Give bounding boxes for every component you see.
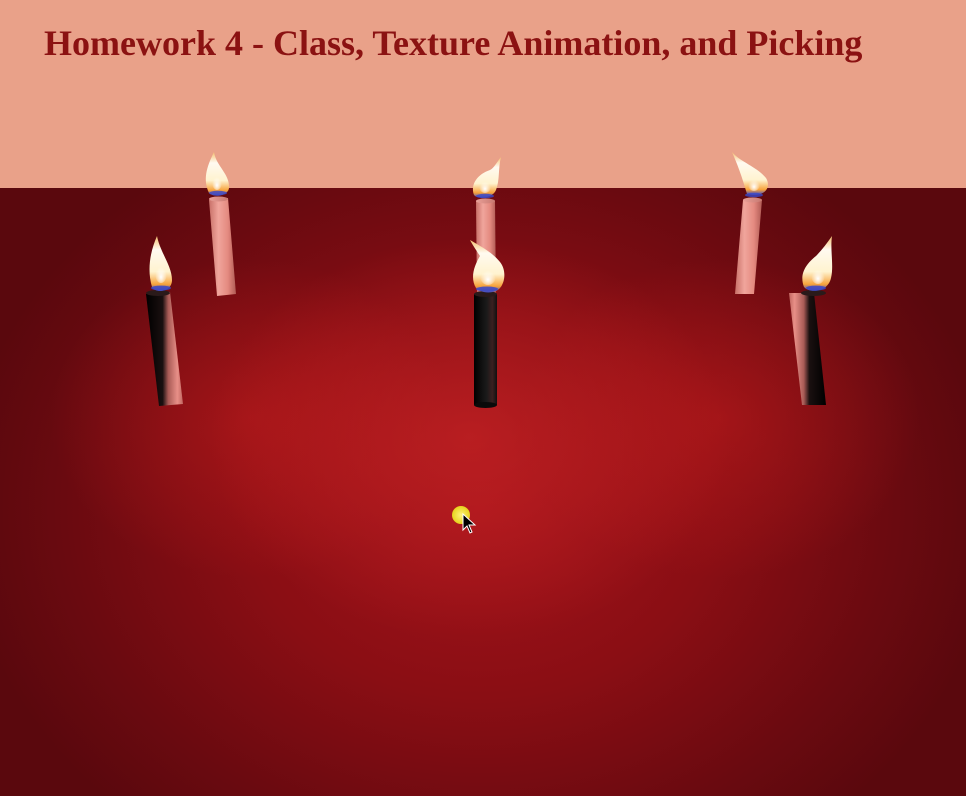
candle-top bbox=[743, 197, 762, 203]
candle-body bbox=[209, 198, 236, 296]
flame-icon bbox=[802, 236, 833, 291]
candle-back-right[interactable] bbox=[732, 152, 768, 294]
mouse-cursor bbox=[452, 506, 477, 534]
flame-icon bbox=[149, 236, 172, 292]
flame-icon bbox=[732, 152, 768, 198]
candle-body bbox=[146, 292, 183, 406]
flame-icon bbox=[205, 152, 230, 196]
candle-top bbox=[146, 290, 170, 296]
candle-body bbox=[789, 293, 826, 405]
flame-icon bbox=[472, 157, 501, 199]
candle-back-left[interactable] bbox=[205, 152, 236, 296]
candle-base bbox=[474, 402, 497, 408]
candle-front-left[interactable] bbox=[146, 236, 183, 406]
candle-front-right[interactable] bbox=[789, 236, 833, 405]
candle-scene[interactable] bbox=[0, 0, 966, 796]
candle-body bbox=[735, 200, 762, 294]
candle-top bbox=[209, 196, 228, 202]
candle-front-center[interactable] bbox=[470, 240, 505, 408]
candle-top bbox=[476, 198, 495, 204]
candle-body bbox=[474, 294, 497, 405]
page: Homework 4 - Class, Texture Animation, a… bbox=[0, 0, 966, 796]
